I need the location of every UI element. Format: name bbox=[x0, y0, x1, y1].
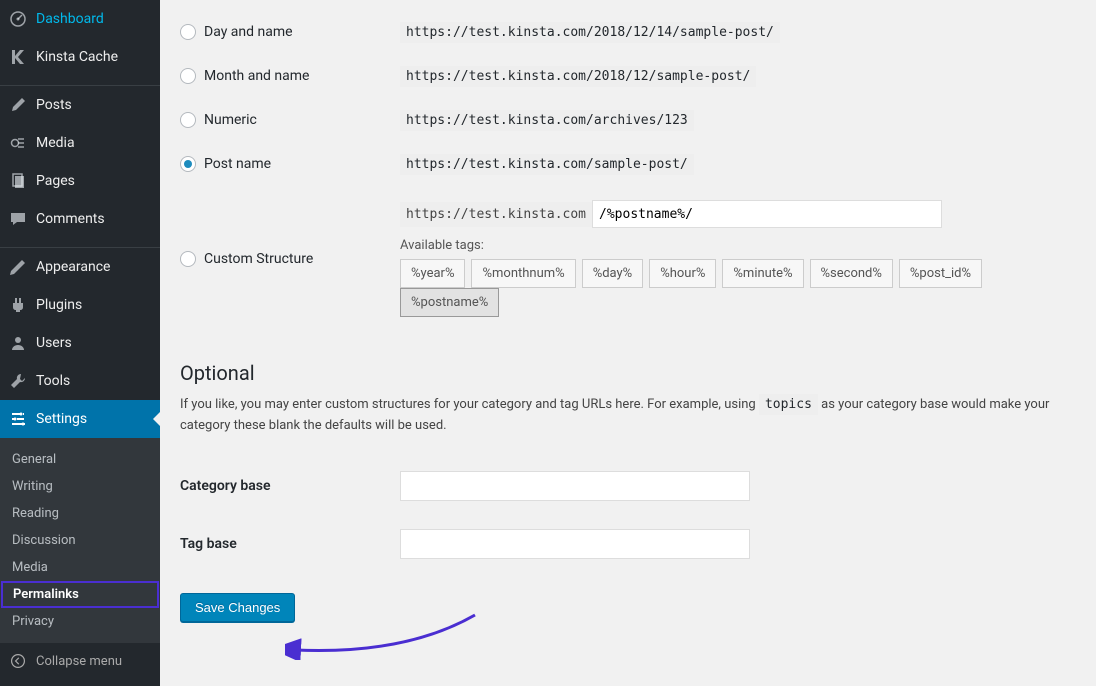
permalink-radio-label: Month and name bbox=[204, 68, 309, 84]
tag-base-input[interactable] bbox=[400, 529, 750, 559]
plugins-icon bbox=[8, 295, 28, 315]
permalink-option-row: Month and name https://test.kinsta.com/20… bbox=[180, 54, 1076, 98]
permalink-radio-day-and-name[interactable] bbox=[180, 24, 196, 40]
tag-base-row: Tag base bbox=[180, 515, 1076, 573]
tag-button[interactable]: %year% bbox=[400, 259, 465, 288]
permalink-example: https://test.kinsta.com/2018/12/14/sampl… bbox=[400, 22, 780, 43]
sidebar-item-label: Comments bbox=[36, 211, 105, 227]
sidebar-item-label: Posts bbox=[36, 97, 72, 113]
sidebar-item-kinsta-cache[interactable]: Kinsta Cache bbox=[0, 38, 160, 76]
description-code: topics bbox=[759, 394, 818, 415]
sidebar-item-label: Settings bbox=[36, 411, 87, 427]
tag-button[interactable]: %post_id% bbox=[899, 259, 982, 288]
optional-heading: Optional bbox=[180, 361, 1076, 385]
category-base-input[interactable] bbox=[400, 471, 750, 501]
custom-structure-prefix: https://test.kinsta.com bbox=[400, 202, 592, 227]
submenu-item-privacy[interactable]: Privacy bbox=[0, 608, 160, 635]
sidebar-item-label: Plugins bbox=[36, 297, 82, 313]
sidebar-item-label: Tools bbox=[36, 373, 70, 389]
permalink-radio-label: Day and name bbox=[204, 24, 293, 40]
sidebar-item-users[interactable]: Users bbox=[0, 324, 160, 362]
submenu-item-reading[interactable]: Reading bbox=[0, 500, 160, 527]
sidebar-item-tools[interactable]: Tools bbox=[0, 362, 160, 400]
admin-sidebar: Dashboard Kinsta Cache Posts Media Pages Com… bbox=[0, 0, 160, 686]
tag-button[interactable]: %postname% bbox=[400, 288, 499, 317]
submenu-item-permalinks[interactable]: Permalinks bbox=[1, 581, 159, 608]
posts-icon bbox=[8, 95, 28, 115]
annotation-arrow bbox=[285, 600, 485, 660]
custom-structure-input[interactable] bbox=[592, 200, 942, 228]
sidebar-item-label: Media bbox=[36, 135, 75, 151]
sidebar-item-comments[interactable]: Comments bbox=[0, 200, 160, 238]
permalink-example: https://test.kinsta.com/archives/123 bbox=[400, 110, 694, 131]
permalink-example: https://test.kinsta.com/sample-post/ bbox=[400, 154, 694, 175]
category-base-label: Category base bbox=[180, 478, 400, 494]
permalink-option-row: Post name https://test.kinsta.com/sample-… bbox=[180, 142, 1076, 186]
sidebar-item-media[interactable]: Media bbox=[0, 124, 160, 162]
tag-button[interactable]: %monthnum% bbox=[471, 259, 575, 288]
collapse-menu-label: Collapse menu bbox=[36, 654, 122, 669]
permalink-example: https://test.kinsta.com/2018/12/sample-p… bbox=[400, 66, 756, 87]
sidebar-item-dashboard[interactable]: Dashboard bbox=[0, 0, 160, 38]
tag-button[interactable]: %day% bbox=[582, 259, 644, 288]
collapse-menu-button[interactable]: Collapse menu bbox=[0, 643, 160, 679]
sidebar-item-label: Pages bbox=[36, 173, 75, 189]
tag-base-label: Tag base bbox=[180, 536, 400, 552]
permalink-option-row: Numeric https://test.kinsta.com/archives/… bbox=[180, 98, 1076, 142]
available-tags-label: Available tags: bbox=[400, 238, 1076, 253]
main-content: Day and name https://test.kinsta.com/2018… bbox=[160, 0, 1096, 686]
sidebar-item-label: Users bbox=[36, 335, 72, 351]
sidebar-item-label: Kinsta Cache bbox=[36, 49, 118, 65]
sidebar-item-posts[interactable]: Posts bbox=[0, 86, 160, 124]
category-base-row: Category base bbox=[180, 457, 1076, 515]
tag-button[interactable]: %minute% bbox=[722, 259, 803, 288]
settings-icon bbox=[8, 409, 28, 429]
available-tags: %year%%monthnum%%day%%hour%%minute%%seco… bbox=[400, 259, 1076, 317]
permalink-radio-month-and-name[interactable] bbox=[180, 68, 196, 84]
appearance-icon bbox=[8, 257, 28, 277]
users-icon bbox=[8, 333, 28, 353]
permalink-radio-numeric[interactable] bbox=[180, 112, 196, 128]
submenu-item-general[interactable]: General bbox=[0, 446, 160, 473]
kinsta-icon bbox=[8, 47, 28, 67]
tag-button[interactable]: %hour% bbox=[649, 259, 716, 288]
pages-icon bbox=[8, 171, 28, 191]
dashboard-icon bbox=[8, 9, 28, 29]
sidebar-item-label: Dashboard bbox=[36, 11, 104, 27]
settings-submenu: GeneralWritingReadingDiscussionMediaPerm… bbox=[0, 438, 160, 643]
sidebar-item-pages[interactable]: Pages bbox=[0, 162, 160, 200]
permalink-option-row: Custom Structure https://test.kinsta.com A… bbox=[180, 186, 1076, 331]
submenu-item-writing[interactable]: Writing bbox=[0, 473, 160, 500]
media-icon bbox=[8, 133, 28, 153]
permalink-radio-post-name[interactable] bbox=[180, 156, 196, 172]
sidebar-item-plugins[interactable]: Plugins bbox=[0, 286, 160, 324]
sidebar-item-appearance[interactable]: Appearance bbox=[0, 248, 160, 286]
sidebar-item-label: Appearance bbox=[36, 259, 110, 275]
tag-button[interactable]: %second% bbox=[810, 259, 893, 288]
collapse-icon bbox=[8, 653, 28, 669]
permalink-radio-custom-structure[interactable] bbox=[180, 251, 196, 267]
sidebar-item-settings[interactable]: Settings bbox=[0, 400, 160, 438]
permalink-radio-label: Post name bbox=[204, 156, 271, 172]
tools-icon bbox=[8, 371, 28, 391]
description-text: If you like, you may enter custom struct… bbox=[180, 397, 759, 412]
optional-description: If you like, you may enter custom struct… bbox=[180, 395, 1076, 437]
comments-icon bbox=[8, 209, 28, 229]
permalink-radio-label: Numeric bbox=[204, 112, 257, 128]
submenu-item-discussion[interactable]: Discussion bbox=[0, 527, 160, 554]
permalink-radio-label: Custom Structure bbox=[204, 251, 313, 267]
submenu-item-media[interactable]: Media bbox=[0, 554, 160, 581]
save-changes-button[interactable]: Save Changes bbox=[180, 593, 295, 622]
permalink-option-row: Day and name https://test.kinsta.com/2018… bbox=[180, 10, 1076, 54]
